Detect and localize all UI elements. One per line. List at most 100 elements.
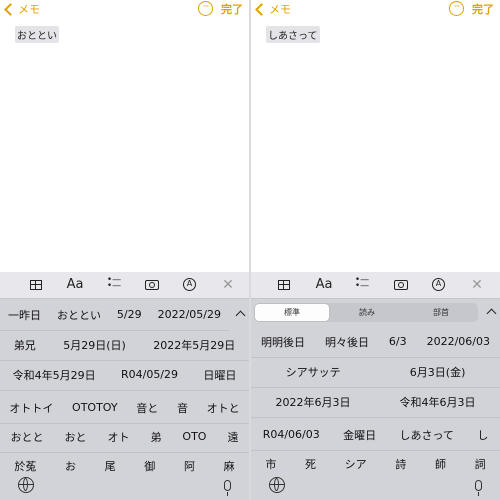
candidate[interactable]: 音と [136, 400, 158, 416]
candidate[interactable]: 2022年6月3日 [276, 394, 351, 410]
keyboard: Aa •— •— A ✕ 標準 読み 部首 明明後日 明々後日 6/3 2022/… [251, 272, 500, 500]
candidate-row: R04/06/03 金曜日 しあさって し [251, 419, 500, 451]
text-format-icon[interactable]: Aa [315, 277, 333, 293]
candidate-list: 一昨日 おととい 5/29 2022/05/29 弟兄 5月29日(日) 202… [0, 299, 249, 487]
candidate[interactable]: しあさって [399, 427, 453, 443]
candidate[interactable]: シア [345, 456, 367, 472]
keyboard: Aa •— •— A ✕ 一昨日 おととい 5/29 2022/05/29 弟兄 … [0, 272, 249, 500]
candidate[interactable]: 一昨日 [8, 307, 41, 323]
more-options-icon[interactable]: ··· [449, 1, 464, 16]
candidate[interactable]: 師 [435, 456, 446, 472]
nav-bar: メモ ··· 完了 [251, 0, 500, 22]
candidate[interactable]: 6月3日(金) [410, 364, 466, 380]
candidate[interactable]: 麻 [224, 458, 235, 474]
note-text[interactable]: しあさって [266, 26, 320, 43]
candidate[interactable]: 遠 [227, 429, 238, 445]
candidate[interactable]: オト [107, 429, 129, 445]
candidate[interactable]: 詞 [475, 456, 486, 472]
globe-icon[interactable] [269, 477, 285, 493]
candidate[interactable]: シアサッテ [286, 364, 341, 380]
candidate-row: 市 死 シア 詩 師 詞 [251, 448, 500, 479]
candidate-row: 於菟 お 尾 御 阿 麻 [0, 450, 249, 481]
candidate[interactable]: R04/05/29 [121, 368, 178, 381]
globe-icon[interactable] [18, 477, 34, 493]
nav-bar: メモ ··· 完了 [0, 0, 249, 22]
candidate-row: おとと おと オト 弟 OTO 遠 [0, 421, 249, 453]
candidate[interactable]: OTOTOY [72, 401, 118, 414]
done-button[interactable]: 完了 [221, 1, 243, 17]
segment-reading[interactable]: 読み [330, 303, 404, 322]
note-text[interactable]: おととい [15, 26, 59, 43]
camera-icon[interactable] [145, 280, 159, 290]
candidate[interactable]: 明明後日 [261, 334, 305, 350]
keyboard-toolbar: Aa •— •— A ✕ [0, 272, 249, 299]
candidate[interactable]: 令和4年5月29日 [13, 367, 96, 383]
candidate[interactable]: 御 [144, 458, 155, 474]
candidate-row: オトトイ OTOTOY 音と 音 オトと [0, 392, 249, 424]
chevron-left-icon [4, 2, 17, 16]
candidate[interactable]: 死 [305, 456, 316, 472]
candidate[interactable]: おととい [57, 307, 101, 323]
chevron-up-icon[interactable] [486, 308, 497, 319]
back-button[interactable]: メモ [4, 1, 40, 17]
candidate[interactable]: オトと [207, 400, 240, 416]
candidate-row: 2022年6月3日 令和4年6月3日 [251, 386, 500, 418]
candidate[interactable]: 2022年5月29日 [153, 337, 235, 353]
candidate[interactable]: 音 [177, 400, 188, 416]
segment-radical[interactable]: 部首 [404, 303, 478, 322]
candidate[interactable]: オトトイ [9, 400, 53, 416]
microphone-icon[interactable] [224, 480, 231, 496]
more-options-icon[interactable]: ··· [198, 1, 213, 16]
candidate[interactable]: 詩 [395, 456, 406, 472]
candidate[interactable]: 2022/05/29 [158, 308, 221, 321]
close-icon[interactable]: ✕ [468, 277, 486, 293]
candidate[interactable]: 金曜日 [343, 427, 376, 443]
candidate[interactable]: 令和4年6月3日 [400, 394, 476, 410]
conversion-mode-segmented-control: 標準 読み 部首 [254, 303, 478, 322]
candidate[interactable]: 明々後日 [325, 334, 369, 350]
candidate-row: 令和4年5月29日 R04/05/29 日曜日 [0, 359, 249, 391]
markup-pen-icon[interactable]: A [432, 278, 445, 291]
candidate[interactable]: し [477, 427, 488, 443]
candidate[interactable]: 尾 [105, 458, 116, 474]
close-icon[interactable]: ✕ [219, 277, 237, 293]
markup-pen-icon[interactable]: A [183, 278, 196, 291]
chevron-left-icon [255, 2, 268, 16]
segment-standard[interactable]: 標準 [255, 304, 329, 321]
table-icon[interactable] [30, 280, 42, 290]
candidate[interactable]: 阿 [184, 458, 195, 474]
notes-pane-left: メモ ··· 完了 おととい Aa •— •— A ✕ 一昨日 おととい 5/29… [0, 0, 249, 500]
table-icon[interactable] [278, 280, 290, 290]
notes-pane-right: メモ ··· 完了 しあさって Aa •— •— A ✕ 標準 読み 部首 明明… [251, 0, 500, 500]
candidate-row: 弟兄 5月29日(日) 2022年5月29日 [0, 329, 249, 361]
candidate-row: 明明後日 明々後日 6/3 2022/06/03 [251, 326, 500, 358]
back-button[interactable]: メモ [255, 1, 291, 17]
candidate[interactable]: 弟 [150, 429, 161, 445]
text-format-icon[interactable]: Aa [66, 277, 84, 293]
screenshot: メモ ··· 完了 おととい Aa •— •— A ✕ 一昨日 おととい 5/29… [0, 0, 500, 500]
checklist-icon[interactable]: •— •— [105, 276, 123, 293]
candidate[interactable]: OTO [182, 430, 206, 443]
back-label: メモ [269, 3, 291, 16]
candidate[interactable]: R04/06/03 [263, 428, 320, 441]
candidate-row: 一昨日 おととい 5/29 2022/05/29 [0, 299, 229, 331]
candidate[interactable]: お [65, 458, 76, 474]
candidate[interactable]: 2022/06/03 [427, 335, 490, 348]
microphone-icon[interactable] [475, 480, 482, 496]
done-button[interactable]: 完了 [472, 1, 494, 17]
candidate[interactable]: おとと [10, 429, 43, 445]
camera-icon[interactable] [394, 280, 408, 290]
candidate-list: 明明後日 明々後日 6/3 2022/06/03 シアサッテ 6月3日(金) 2… [251, 326, 500, 500]
candidate-row: シアサッテ 6月3日(金) [251, 356, 500, 388]
checklist-icon[interactable]: •— •— [353, 276, 371, 293]
candidate[interactable]: 6/3 [389, 335, 407, 348]
keyboard-toolbar: Aa •— •— A ✕ [251, 272, 500, 299]
candidate[interactable]: 日曜日 [203, 367, 236, 383]
candidate[interactable]: 5月29日(日) [63, 337, 126, 353]
back-label: メモ [18, 3, 40, 16]
candidate[interactable]: 市 [265, 456, 276, 472]
candidate[interactable]: 於菟 [14, 458, 36, 474]
candidate[interactable]: おと [64, 429, 86, 445]
candidate[interactable]: 5/29 [117, 308, 142, 321]
candidate[interactable]: 弟兄 [14, 337, 36, 353]
